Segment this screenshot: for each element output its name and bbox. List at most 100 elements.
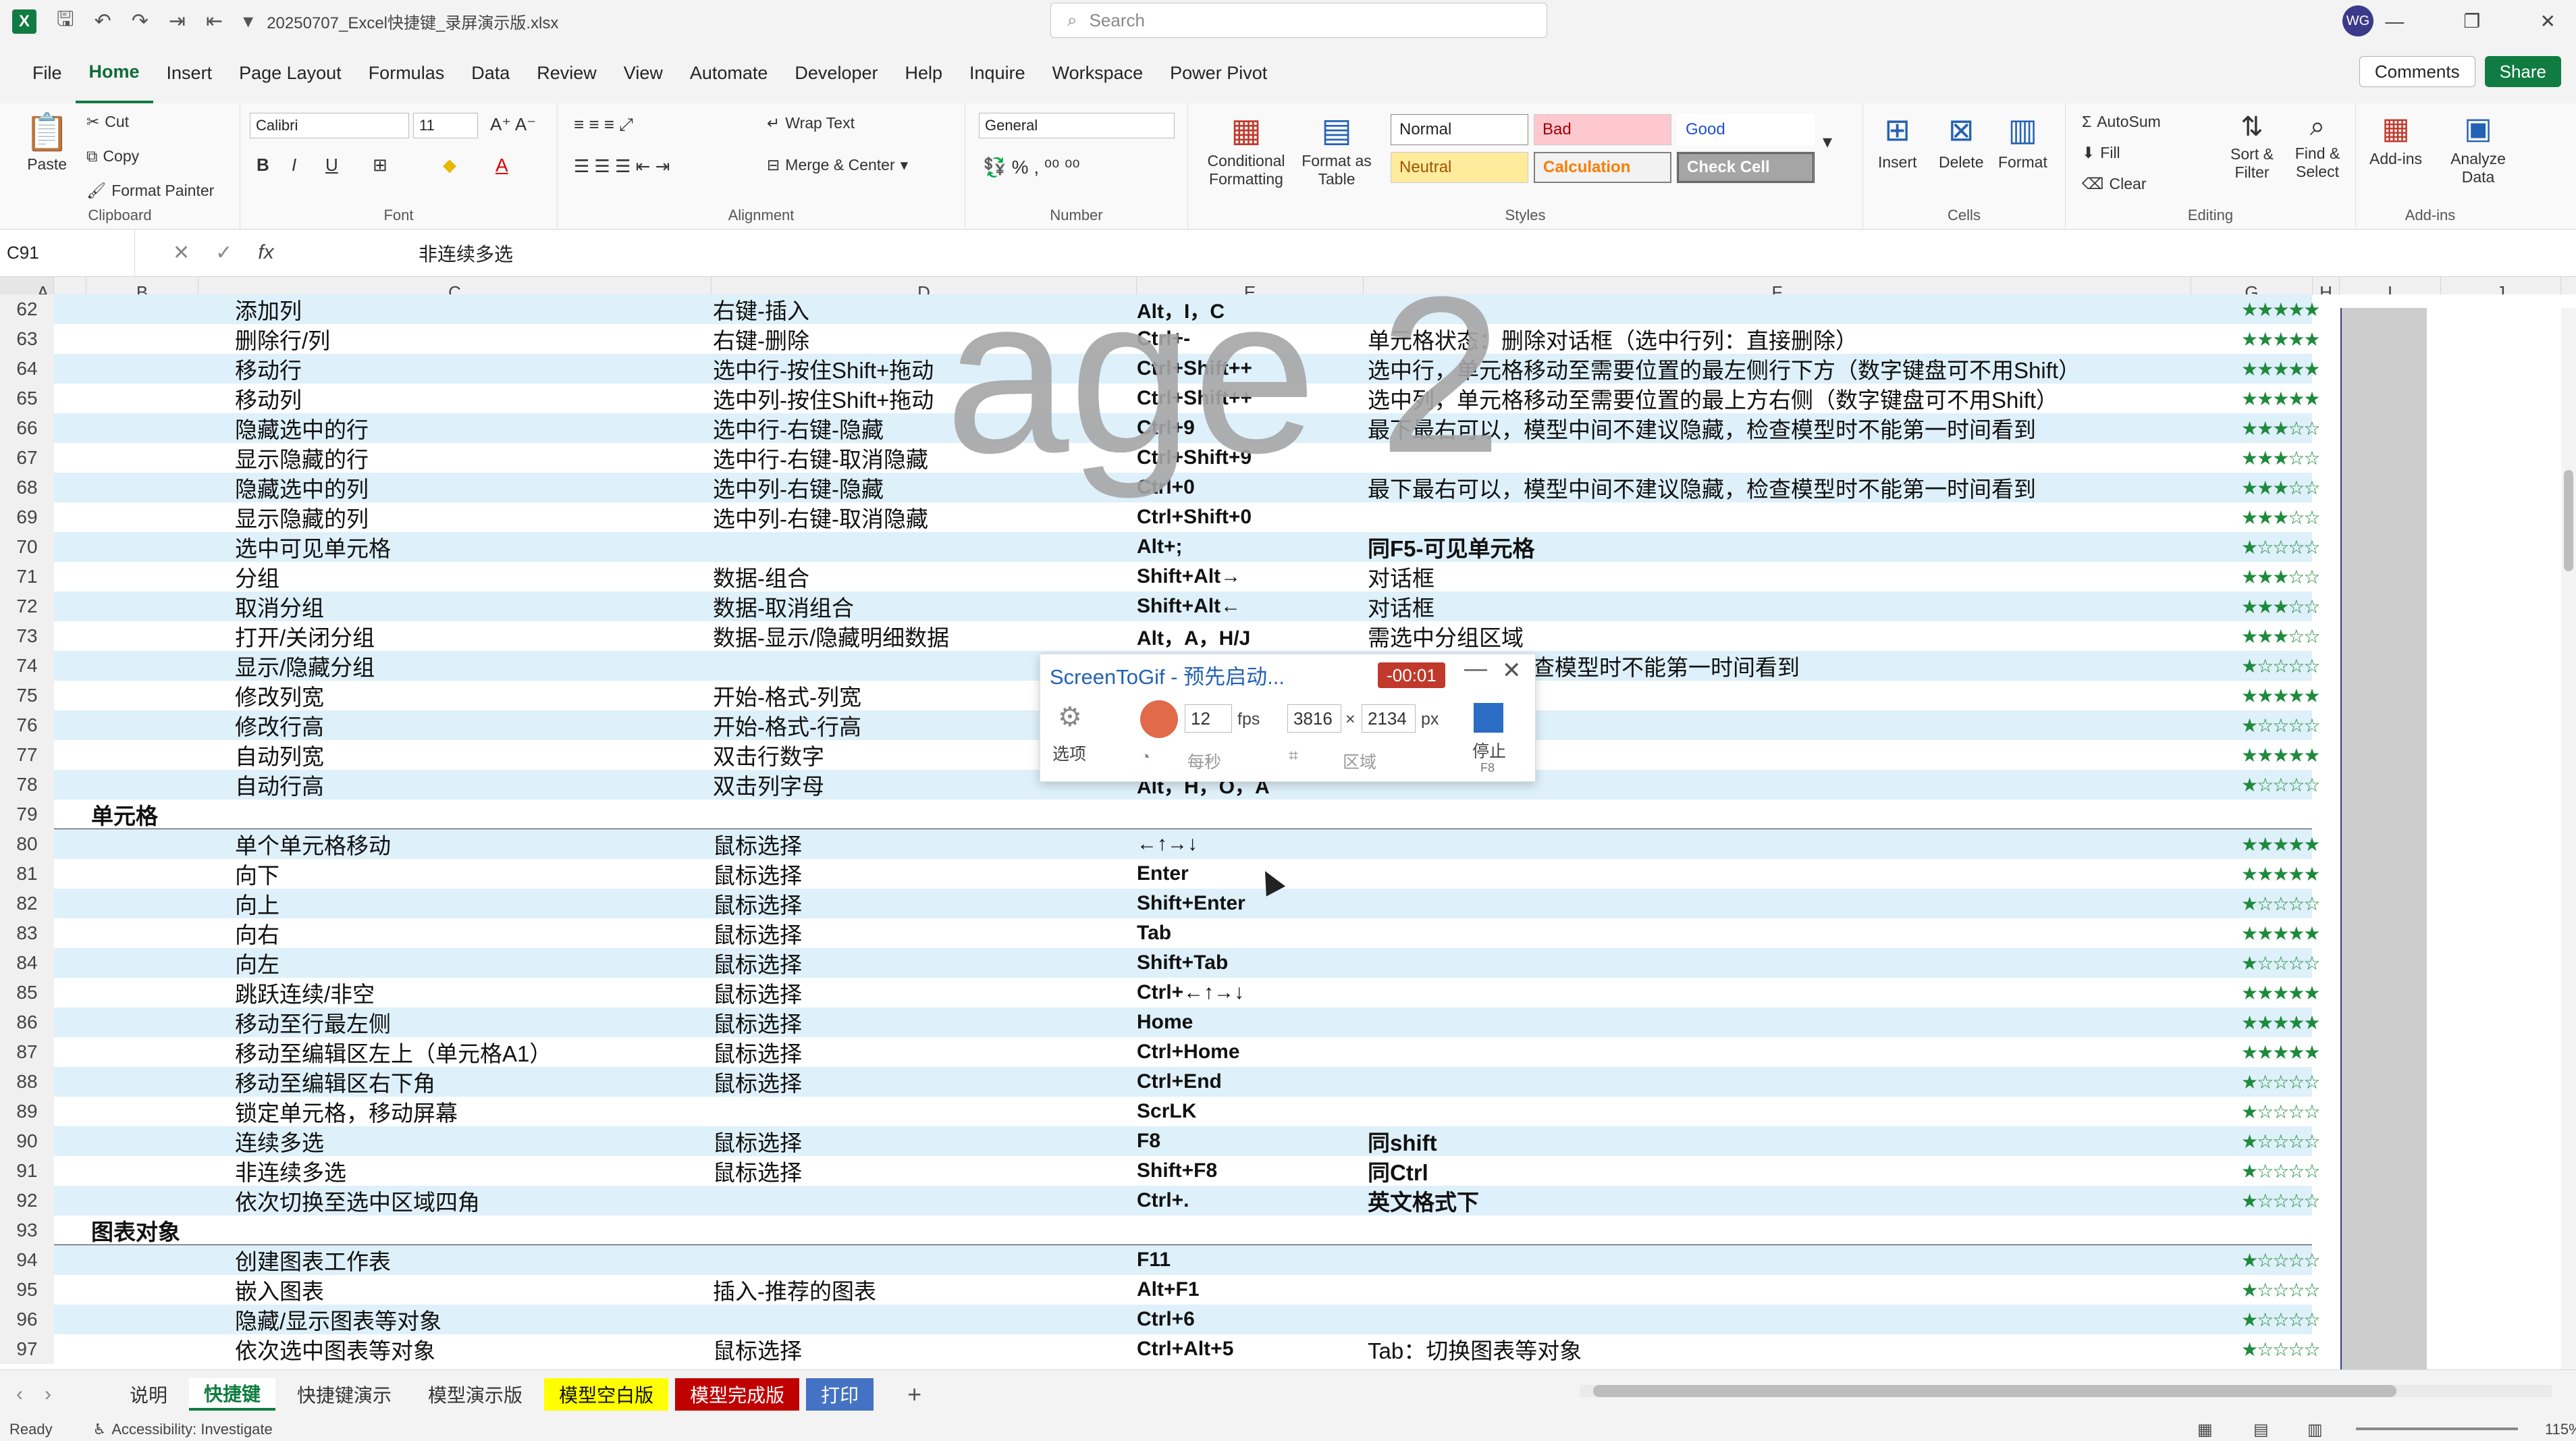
redo-icon[interactable]: ↷ — [132, 9, 149, 33]
shortcut-name-cell[interactable]: 移动列 — [235, 384, 302, 413]
shortcut-name-cell[interactable]: 删除行/列 — [235, 324, 330, 354]
avatar[interactable]: WG — [2342, 5, 2373, 36]
shortcut-name-cell[interactable]: 跳跃连续/非空 — [235, 978, 375, 1007]
row-number[interactable]: 91 — [0, 1156, 54, 1186]
rating-stars[interactable]: ★☆☆☆☆ — [2241, 710, 2321, 740]
section-row[interactable]: 图表对象 — [54, 1215, 2312, 1245]
table-row[interactable]: 依次切换至选中区域四角 Ctrl+. 英文格式下 ★☆☆☆☆ — [54, 1186, 2321, 1215]
note-cell[interactable]: 对话框 — [1368, 562, 1434, 592]
menu-path-cell[interactable]: 右键-删除 — [713, 324, 809, 354]
rating-stars[interactable]: ★★★★★ — [2241, 681, 2321, 710]
shortcut-key-cell[interactable]: F11 — [1137, 1245, 1171, 1275]
shortcut-name-cell[interactable]: 显示隐藏的列 — [235, 502, 369, 532]
shortcut-key-cell[interactable]: Ctrl+Shift+9 — [1137, 443, 1252, 473]
sheet-tab[interactable]: 快捷键演示 — [282, 1378, 406, 1411]
document-title[interactable]: 20250707_Excel快捷键_录屏演示版.xlsx — [267, 9, 558, 33]
table-row[interactable]: 非连续多选 鼠标选择 Shift+F8 同Ctrl ★☆☆☆☆ — [54, 1156, 2321, 1186]
table-row[interactable]: 单个单元格移动 鼠标选择 ←↑→↓ ★★★★★ — [54, 829, 2321, 859]
row-number[interactable]: 97 — [0, 1334, 54, 1364]
menu-path-cell[interactable]: 数据-显示/隐藏明细数据 — [713, 621, 949, 651]
shortcut-name-cell[interactable]: 向右 — [235, 918, 279, 948]
shortcut-name-cell[interactable]: 移动行 — [235, 354, 302, 384]
row-number[interactable]: 93 — [0, 1215, 54, 1245]
tab-home[interactable]: Home — [75, 43, 153, 103]
shortcut-name-cell[interactable]: 显示隐藏的行 — [235, 443, 369, 473]
table-row[interactable]: 创建图表工作表 F11 ★☆☆☆☆ — [54, 1245, 2321, 1275]
shortcut-name-cell[interactable]: 连续多选 — [235, 1126, 324, 1156]
share-button[interactable]: Share — [2484, 56, 2561, 87]
save-icon[interactable]: 🖫 — [57, 4, 74, 38]
shortcut-key-cell[interactable]: ScrLK — [1137, 1097, 1196, 1126]
gear-icon[interactable]: ⚙ — [1058, 702, 1082, 733]
row-number[interactable]: 69 — [0, 502, 54, 532]
close-icon[interactable]: ✕ — [1502, 657, 1522, 684]
shortcut-name-cell[interactable]: 分组 — [235, 562, 279, 592]
rating-stars[interactable]: ★★★★★ — [2241, 1007, 2321, 1037]
row-number[interactable]: 72 — [0, 592, 54, 621]
shortcut-key-cell[interactable]: Alt，I，C — [1137, 294, 1225, 324]
menu-path-cell[interactable]: 鼠标选择 — [713, 889, 802, 918]
row-number[interactable]: 66 — [0, 413, 54, 443]
table-row[interactable]: 添加列 右键-插入 Alt，I，C ★★★★★ — [54, 294, 2321, 324]
row-number[interactable]: 76 — [0, 710, 54, 740]
table-row[interactable]: 向右 鼠标选择 Tab ★★★★★ — [54, 918, 2321, 948]
menu-path-cell[interactable]: 双击列字母 — [713, 770, 824, 800]
tab-page-layout[interactable]: Page Layout — [225, 43, 355, 103]
rating-stars[interactable]: ★★★☆☆ — [2241, 443, 2321, 473]
shortcut-key-cell[interactable]: ←↑→↓ — [1137, 829, 1198, 859]
rating-stars[interactable]: ★☆☆☆☆ — [2241, 1156, 2321, 1186]
row-number[interactable]: 79 — [0, 800, 54, 829]
table-row[interactable]: 向下 鼠标选择 Enter ★★★★★ — [54, 859, 2321, 889]
shortcut-key-cell[interactable]: Ctrl+Shift++ — [1137, 384, 1252, 413]
rating-stars[interactable]: ★★★★★ — [2241, 859, 2321, 889]
shortcut-name-cell[interactable]: 锁定单元格，移动屏幕 — [235, 1097, 458, 1126]
menu-path-cell[interactable]: 插入-推荐的图表 — [713, 1275, 876, 1305]
shortcut-name-cell[interactable]: 移动至编辑区右下角 — [235, 1067, 435, 1097]
menu-path-cell[interactable]: 鼠标选择 — [713, 918, 802, 948]
shortcut-name-cell[interactable]: 取消分组 — [235, 592, 324, 621]
menu-path-cell[interactable]: 选中行-右键-隐藏 — [713, 413, 884, 443]
note-cell[interactable]: 单元格状态：删除对话框（选中行列：直接删除） — [1368, 324, 1858, 354]
format-painter-button[interactable]: 🖌 Format Painter — [86, 182, 214, 200]
customize-qat-icon[interactable]: ▾ — [243, 9, 253, 33]
tab-power-pivot[interactable]: Power Pivot — [1156, 43, 1281, 103]
style-calculation[interactable]: Calculation — [1534, 152, 1671, 183]
next-sheet-icon[interactable]: › — [39, 1383, 68, 1406]
row-number[interactable]: 92 — [0, 1186, 54, 1215]
row-number[interactable]: 90 — [0, 1126, 54, 1156]
tab-review[interactable]: Review — [523, 43, 610, 103]
row-number[interactable]: 82 — [0, 889, 54, 918]
align-left-icon[interactable]: ☰ ☰ ☰ ⇤ ⇥ — [574, 156, 670, 177]
paste-button[interactable]: 📋 Paste — [24, 111, 70, 174]
shortcut-name-cell[interactable]: 隐藏选中的列 — [235, 473, 369, 502]
shortcut-key-cell[interactable]: Ctrl+- — [1137, 324, 1190, 354]
shortcut-name-cell[interactable]: 修改行高 — [235, 710, 324, 740]
tab-inquire[interactable]: Inquire — [956, 43, 1039, 103]
zoom-slider[interactable] — [2356, 1427, 2518, 1430]
menu-path-cell[interactable]: 双击行数字 — [713, 740, 824, 770]
row-number[interactable]: 70 — [0, 532, 54, 562]
table-row[interactable]: 隐藏选中的行 选中行-右键-隐藏 Ctrl+9 最下最右可以，模型中间不建议隐藏，检查… — [54, 413, 2321, 443]
shortcut-key-cell[interactable]: Ctrl+Shift+0 — [1137, 502, 1252, 532]
menu-path-cell[interactable]: 右键-插入 — [713, 294, 809, 324]
rating-stars[interactable]: ★★★★★ — [2241, 354, 2321, 384]
grow-font-icon[interactable]: A⁺ A⁻ — [490, 114, 536, 135]
rating-stars[interactable]: ★★★☆☆ — [2241, 592, 2321, 621]
menu-path-cell[interactable]: 开始-格式-行高 — [713, 710, 861, 740]
shortcut-key-cell[interactable]: Enter — [1137, 859, 1189, 889]
rating-stars[interactable]: ★☆☆☆☆ — [2241, 1245, 2321, 1275]
table-row[interactable]: 删除行/列 右键-删除 Ctrl+- 单元格状态：删除对话框（选中行列：直接删除） ★★… — [54, 324, 2321, 354]
section-row[interactable]: 单元格 — [54, 800, 2312, 829]
rating-stars[interactable]: ★★★★★ — [2241, 740, 2321, 770]
row-number[interactable]: 95 — [0, 1275, 54, 1305]
height-input[interactable]: 2134 — [1362, 704, 1416, 733]
table-row[interactable]: 显示隐藏的行 选中行-右键-取消隐藏 Ctrl+Shift+9 ★★★☆☆ — [54, 443, 2321, 473]
shortcut-key-cell[interactable]: Shift+Alt← — [1137, 592, 1241, 621]
shortcut-key-cell[interactable]: Shift+Tab — [1137, 948, 1228, 978]
row-number[interactable]: 74 — [0, 651, 54, 681]
shortcut-name-cell[interactable]: 嵌入图表 — [235, 1275, 324, 1305]
region-label[interactable]: 区域 — [1343, 749, 1376, 773]
shortcut-name-cell[interactable]: 向上 — [235, 889, 279, 918]
menu-path-cell[interactable]: 选中行-按住Shift+拖动 — [713, 354, 934, 384]
rating-stars[interactable]: ★★★★★ — [2241, 294, 2321, 324]
